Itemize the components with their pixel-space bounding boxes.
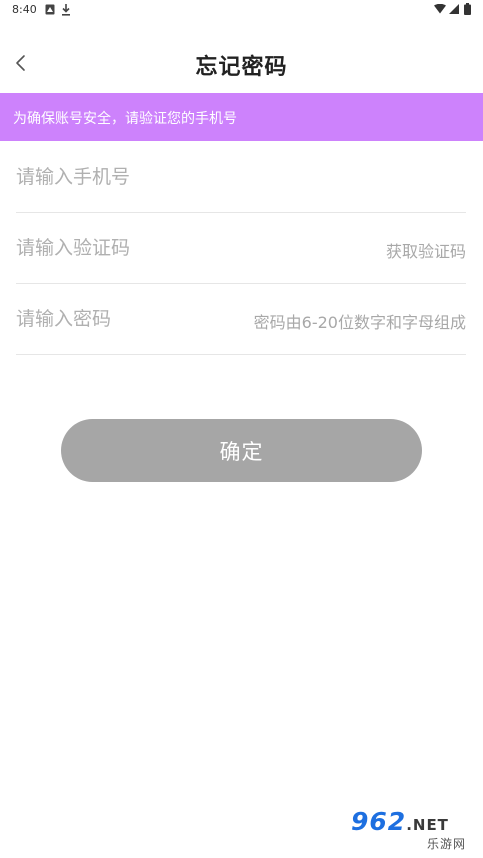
password-row: 密码由6-20位数字和字母组成 [16, 284, 466, 355]
status-time: 8:40 [12, 3, 37, 16]
phone-row [16, 142, 466, 213]
code-row: 获取验证码 [16, 213, 466, 284]
confirm-button[interactable]: 确定 [61, 419, 422, 482]
watermark-net: .NET [406, 816, 449, 834]
watermark-brand: 962.NET [351, 807, 449, 836]
page-title: 忘记密码 [195, 55, 288, 80]
battery-icon [464, 3, 471, 15]
notification-icon [45, 4, 55, 15]
download-icon [62, 4, 70, 16]
signal-icon [449, 4, 459, 14]
get-code-button[interactable]: 获取验证码 [386, 238, 466, 262]
watermark-subtitle: 乐游网 [427, 837, 467, 851]
header: 忘记密码 [0, 38, 483, 90]
phone-input[interactable] [16, 142, 316, 212]
wifi-icon [434, 4, 446, 14]
banner-text: 为确保账号安全，请验证您的手机号 [13, 111, 237, 127]
password-hint: 密码由6-20位数字和字母组成 [253, 313, 466, 332]
security-notice-banner: 为确保账号安全，请验证您的手机号 [0, 93, 483, 141]
watermark-logo: 962.NET 乐游网 [343, 807, 477, 853]
status-bar: 8:40 [0, 0, 483, 22]
verification-code-input[interactable] [16, 213, 316, 283]
